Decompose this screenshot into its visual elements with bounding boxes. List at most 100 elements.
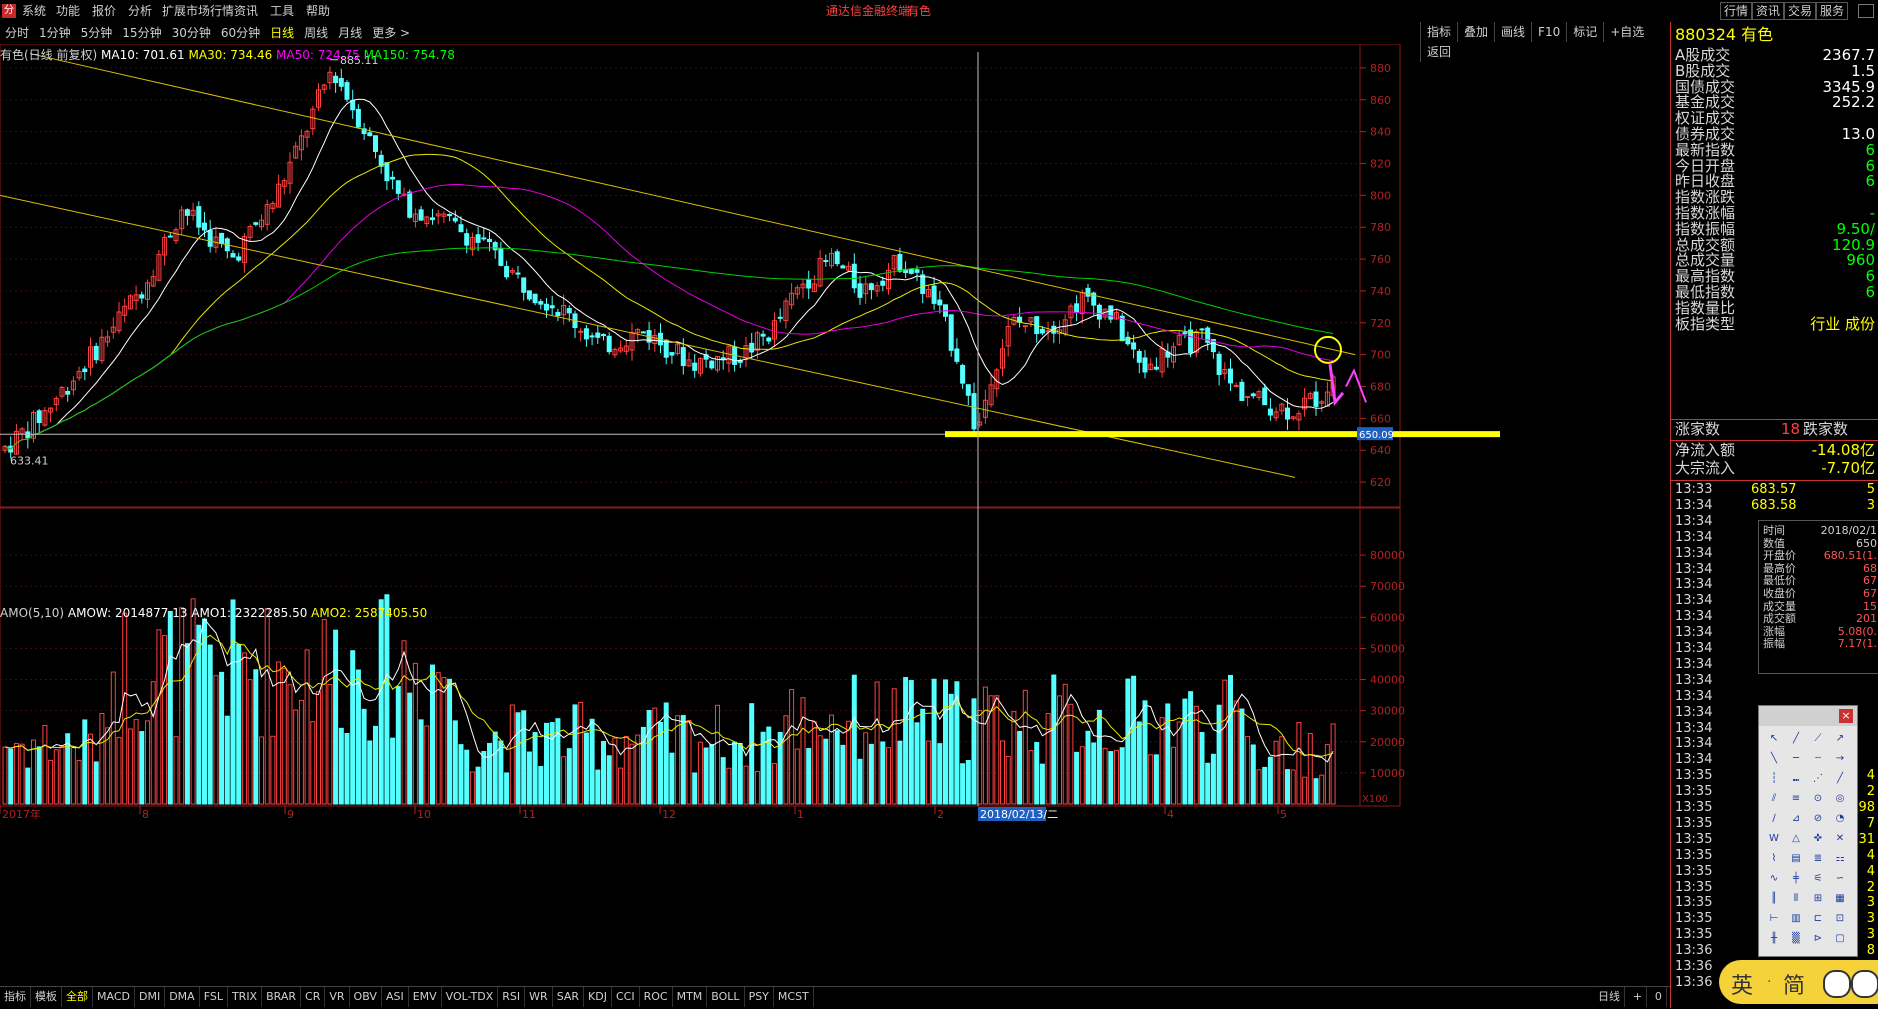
drawing-tool-palette[interactable]: × ↖ ╱ ⟋ ↗ ╲ ─ ┄ → ┆ ⑉ ⋰ ╱ ⫽ ≡ ⊙ ◎ ∕ ⊿ ⊘ ◔ W △ ✜ ✕ ⌇ ▤ ≣ ⚏ ∿ ╪ ⚟ ∽ ║ ⫴ ⊞ ▦ ⊢ ▥… — [1758, 705, 1858, 957]
kline-chart[interactable]: 620 640 660 680 700 720 740 760 780 800 820 840 860 8… — [0, 44, 1670, 986]
draw-tool-icon[interactable]: ⌇ — [1765, 850, 1783, 868]
indicator-tab[interactable]: VOL-TDX — [442, 987, 499, 1007]
draw-tool-icon[interactable]: △ — [1787, 830, 1805, 848]
draw-tool-icon[interactable]: ⊳ — [1809, 930, 1827, 948]
menu-item-system[interactable]: 系统 — [22, 0, 46, 22]
draw-tool-icon[interactable]: ⊘ — [1809, 810, 1827, 828]
draw-tool-icon[interactable]: ╲ — [1765, 750, 1783, 768]
top-button-quote[interactable]: 行情 — [1720, 2, 1753, 20]
indicator-tab[interactable]: CCI — [612, 987, 640, 1007]
draw-tool-icon[interactable]: ⊡ — [1831, 910, 1849, 928]
indicator-tab[interactable]: 全部 — [62, 987, 93, 1007]
period-tab[interactable]: 分时 — [0, 22, 34, 44]
indicator-tab[interactable]: DMA — [165, 987, 200, 1007]
zoom-in-button[interactable]: + — [1629, 987, 1648, 1007]
draw-tool-icon[interactable]: ⊞ — [1809, 890, 1827, 908]
indicator-tab[interactable]: VR — [325, 987, 350, 1007]
draw-tool-icon[interactable]: ▦ — [1831, 890, 1849, 908]
ime-mode-english[interactable]: 英 — [1731, 968, 1753, 1000]
draw-tool-icon[interactable]: ⋰ — [1809, 770, 1827, 788]
indicator-tab[interactable]: MTM — [673, 987, 708, 1007]
chart-tool-button[interactable]: 标记 — [1566, 22, 1603, 42]
period-tab[interactable]: 1分钟 — [34, 22, 76, 44]
indicator-tab[interactable]: MACD — [93, 987, 135, 1007]
draw-tool-icon[interactable]: ↗ — [1831, 730, 1849, 748]
draw-tool-icon[interactable]: ✕ — [1831, 830, 1849, 848]
draw-tool-icon[interactable]: ⚏ — [1831, 850, 1849, 868]
draw-tool-icon[interactable]: → — [1831, 750, 1849, 768]
menu-item-analysis[interactable]: 分析 — [128, 0, 152, 22]
tick-list[interactable]: 13:33 683.57 5 13:34 683.58 3 13:34 13:34 13:34 1… — [1671, 480, 1878, 990]
ime-widget[interactable]: 英 · 简 — [1719, 960, 1878, 1004]
draw-tool-icon[interactable]: ─ — [1787, 750, 1805, 768]
draw-tool-icon[interactable]: ▒ — [1787, 930, 1805, 948]
draw-tool-icon[interactable]: ⊿ — [1787, 810, 1805, 828]
indicator-tab[interactable]: 模板 — [31, 987, 62, 1007]
chart-tool-button[interactable]: 指标 — [1420, 22, 1457, 42]
indicator-tab[interactable]: WR — [525, 987, 553, 1007]
draw-tool-icon[interactable]: ↖ — [1765, 730, 1783, 748]
draw-tool-icon[interactable]: ╱ — [1831, 770, 1849, 788]
draw-tool-icon[interactable]: ∿ — [1765, 870, 1783, 888]
top-button-service[interactable]: 服务 — [1816, 2, 1849, 20]
close-icon[interactable]: × — [1839, 709, 1853, 723]
draw-tool-icon[interactable]: ◎ — [1831, 790, 1849, 808]
indicator-tab[interactable]: BOLL — [707, 987, 745, 1007]
draw-tool-icon[interactable]: ≣ — [1809, 850, 1827, 868]
chart-tool-button[interactable]: 画线 — [1494, 22, 1531, 42]
draw-tool-icon[interactable]: ⊏ — [1809, 910, 1827, 928]
period-tab[interactable]: 15分钟 — [117, 22, 166, 44]
draw-tool-icon[interactable]: ⟋ — [1809, 730, 1827, 748]
draw-tool-icon[interactable]: ║ — [1765, 890, 1783, 908]
draw-tool-icon[interactable]: ⫴ — [1787, 890, 1805, 908]
draw-tool-icon[interactable]: ┄ — [1809, 750, 1827, 768]
draw-tool-icon[interactable]: ▢ — [1831, 930, 1849, 948]
indicator-tab[interactable]: OBV — [350, 987, 382, 1007]
menu-item-function[interactable]: 功能 — [56, 0, 80, 22]
indicator-tab[interactable]: FSL — [200, 987, 228, 1007]
period-tab[interactable]: 更多 > — [367, 22, 415, 44]
indicator-tab[interactable]: 指标 — [0, 987, 31, 1007]
indicator-tab[interactable]: SAR — [553, 987, 585, 1007]
period-tab[interactable]: 日线 — [265, 22, 299, 44]
period-tab[interactable]: 周线 — [299, 22, 333, 44]
indicator-tab[interactable]: DMI — [135, 987, 166, 1007]
draw-tool-icon[interactable]: ◔ — [1831, 810, 1849, 828]
draw-tool-icon[interactable]: ╱ — [1787, 730, 1805, 748]
period-tab[interactable]: 月线 — [333, 22, 367, 44]
indicator-tab[interactable]: PSY — [745, 987, 774, 1007]
draw-tool-icon[interactable]: ∽ — [1831, 870, 1849, 888]
indicator-tab[interactable]: EMV — [409, 987, 442, 1007]
chart-tool-button[interactable]: +自选 — [1603, 22, 1650, 42]
draw-tool-icon[interactable]: ✜ — [1809, 830, 1827, 848]
draw-tool-icon[interactable]: ▥ — [1787, 910, 1805, 928]
menu-item-help[interactable]: 帮助 — [306, 0, 330, 22]
ime-mode-simplified[interactable]: 简 — [1783, 968, 1805, 1000]
indicator-tab[interactable]: RSI — [498, 987, 526, 1007]
top-button-news[interactable]: 资讯 — [1752, 2, 1785, 20]
chart-tool-button[interactable]: 叠加 — [1457, 22, 1494, 42]
indicator-tab[interactable]: CR — [301, 987, 326, 1007]
period-tab[interactable]: 60分钟 — [216, 22, 265, 44]
draw-tool-icon[interactable]: ╪ — [1787, 870, 1805, 888]
indicator-tab[interactable]: KDJ — [584, 987, 612, 1007]
draw-tool-icon[interactable]: W — [1765, 830, 1783, 848]
draw-tool-icon[interactable]: ∕ — [1765, 810, 1783, 828]
draw-tool-icon[interactable]: ⫽ — [1765, 790, 1783, 808]
window-restore-icon[interactable] — [1858, 4, 1874, 18]
draw-tool-icon[interactable]: ⊢ — [1765, 910, 1783, 928]
indicator-tab[interactable]: ROC — [640, 987, 673, 1007]
period-tab[interactable]: 5分钟 — [76, 22, 118, 44]
indicator-tab[interactable]: MCST — [774, 987, 814, 1007]
indicator-tab[interactable]: ASI — [382, 987, 409, 1007]
draw-tool-icon[interactable]: ▤ — [1787, 850, 1805, 868]
draw-tool-icon[interactable]: ⚟ — [1809, 870, 1827, 888]
draw-tool-icon[interactable]: ⑉ — [1787, 770, 1805, 788]
chart-tool-button[interactable]: F10 — [1531, 22, 1566, 42]
period-tab[interactable]: 30分钟 — [167, 22, 216, 44]
draw-tool-icon[interactable]: ┆ — [1765, 770, 1783, 788]
top-button-trade[interactable]: 交易 — [1784, 2, 1817, 20]
menu-item-tools[interactable]: 工具 — [270, 0, 294, 22]
draw-tool-icon[interactable]: ≡ — [1787, 790, 1805, 808]
draw-tool-icon[interactable]: ╫ — [1765, 930, 1783, 948]
